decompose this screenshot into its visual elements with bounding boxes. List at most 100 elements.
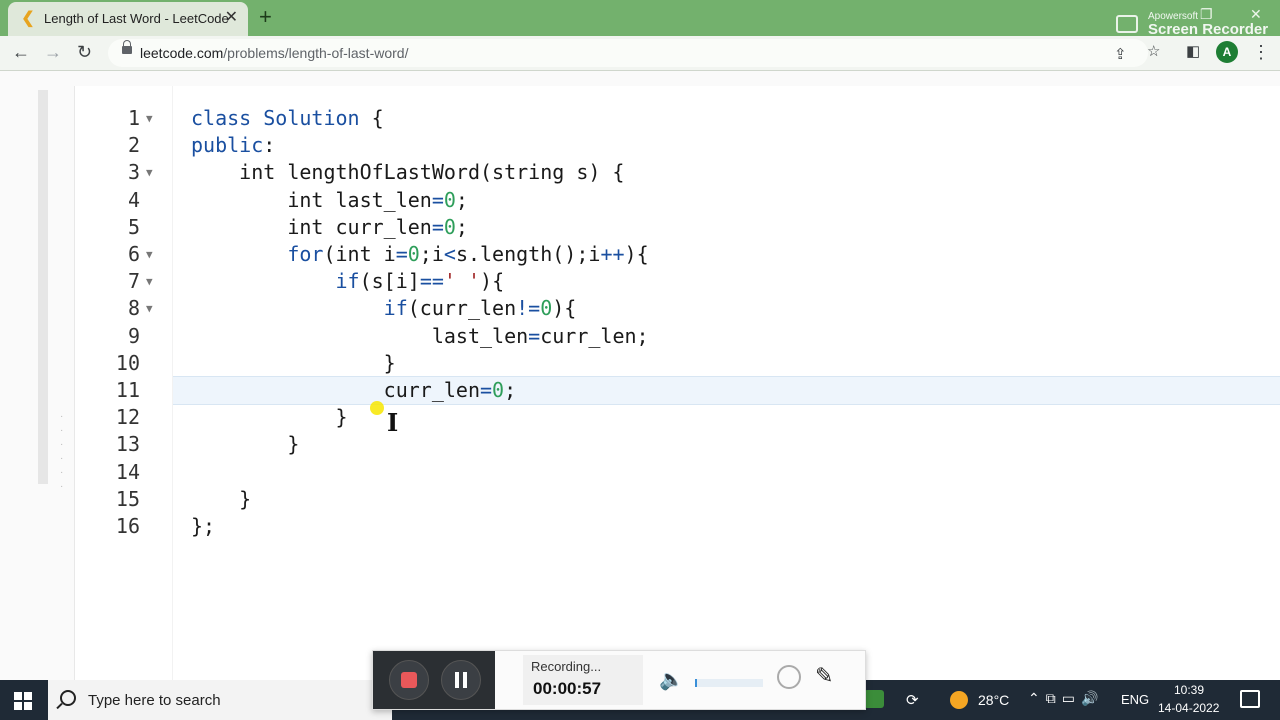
code-text: } [191, 350, 396, 375]
volume-slider[interactable] [695, 679, 763, 687]
chrome-app-icon[interactable] [864, 690, 884, 708]
clock-date[interactable]: 14-04-2022 [1158, 701, 1219, 715]
notification-icon[interactable] [1240, 690, 1260, 708]
mouse-highlight [370, 401, 384, 415]
code-line[interactable]: 11 curr_len=0; [74, 377, 1280, 404]
fold-arrow-icon[interactable]: ▼ [146, 105, 153, 132]
menu-icon[interactable]: ⋮ [1252, 40, 1270, 64]
taskbar-search[interactable]: Type here to search [48, 680, 392, 720]
browser-titlebar: ❮ Length of Last Word - LeetCode ✕ + Apo… [0, 0, 1280, 39]
line-number: 5 [127, 214, 140, 239]
camera-icon [1116, 15, 1138, 33]
code-line[interactable]: 8 ▼ if(curr_len!=0){ [74, 295, 1280, 322]
line-number: 11 [115, 378, 140, 402]
fold-arrow-icon[interactable]: ▼ [146, 295, 153, 322]
stop-record-button[interactable] [389, 660, 429, 700]
sync-icon[interactable]: ⟳ [906, 691, 919, 709]
weather-sun-icon[interactable] [950, 691, 968, 709]
code-line[interactable]: 3 ▼ int lengthOfLastWord(string s) { [74, 159, 1280, 186]
code-text: } [191, 405, 348, 430]
profile-avatar[interactable]: A [1216, 41, 1238, 63]
temperature[interactable]: 28°C [978, 692, 1009, 708]
code-text: int last_len=0; [191, 187, 468, 212]
line-number: 3 [127, 160, 140, 185]
code-line[interactable]: 15 } [74, 486, 1280, 513]
code-line[interactable]: 4 int last_len=0; [74, 187, 1280, 214]
close-window-icon[interactable]: ✕ [1250, 6, 1262, 23]
code-text: curr_len=0; [191, 378, 517, 402]
back-icon[interactable]: ← [12, 42, 30, 62]
code-line[interactable]: 5 int curr_len=0; [74, 214, 1280, 241]
search-icon [60, 690, 76, 706]
code-line[interactable]: 10 } [74, 350, 1280, 377]
line-number: 6 [127, 242, 140, 266]
panel-scrollbar[interactable] [38, 90, 48, 484]
code-text: last_len=curr_len; [191, 323, 649, 348]
line-number: 4 [127, 187, 140, 212]
tray-icons[interactable]: ⌃⧉▭🔊 [1028, 690, 1104, 707]
code-text: } [191, 486, 252, 511]
code-text: if(s[i]==' '){ [335, 269, 505, 294]
code-line[interactable]: 7 ▼ if(s[i]==' '){ [74, 268, 1280, 295]
code-text: int curr_len=0; [191, 214, 468, 239]
code-text: public: [191, 133, 276, 158]
lock-icon [122, 40, 132, 54]
clock-time[interactable]: 10:39 [1174, 683, 1204, 697]
code-line[interactable]: 9 last_len=curr_len; [74, 323, 1280, 350]
url-text: leetcode.com/problems/length-of-last-wor… [140, 45, 408, 61]
code-line[interactable]: 14 [74, 459, 1280, 486]
bookmark-star-icon[interactable]: ☆ [1147, 43, 1160, 61]
line-number: 8 [127, 296, 140, 321]
line-number: 2 [127, 133, 140, 158]
fold-arrow-icon[interactable]: ▼ [146, 268, 153, 295]
line-number: 16 [115, 514, 140, 538]
text-cursor-icon: I [387, 408, 399, 437]
code-line[interactable]: 6 ▼ for(int i=0;i<s.length();i++){ [74, 241, 1280, 268]
close-tab-icon[interactable]: ✕ [225, 9, 238, 27]
tab-title: Length of Last Word - LeetCode [44, 11, 229, 26]
speaker-icon[interactable]: 🔈 [659, 667, 684, 692]
webcam-icon[interactable] [777, 665, 801, 689]
browser-tab[interactable]: ❮ Length of Last Word - LeetCode ✕ [8, 2, 248, 36]
system-tray: ⟳ 28°C ⌃⧉▭🔊 ENG 10:39 14-04-2022 [900, 680, 1280, 720]
code-line[interactable]: 2 public: [74, 132, 1280, 159]
language-indicator[interactable]: ENG [1121, 692, 1149, 707]
recorder-watermark: Apowersoft Screen Recorder [1112, 9, 1272, 39]
recording-status: Recording... 00:00:57 [523, 655, 643, 705]
share-icon[interactable]: ⇪ [1114, 46, 1127, 64]
recording-label: Recording... [531, 659, 602, 674]
code-text: int lengthOfLastWord(string s) { [191, 160, 625, 185]
line-number: 1 [127, 106, 140, 130]
forward-icon[interactable]: → [44, 42, 62, 62]
recording-timer: 00:00:57 [533, 679, 602, 698]
line-number: 14 [115, 459, 140, 484]
line-number: 7 [127, 269, 140, 294]
code-line[interactable]: 16}; [74, 513, 1280, 540]
annotate-pen-icon[interactable]: ✎ [815, 663, 833, 689]
code-line[interactable]: 13 } [74, 431, 1280, 458]
new-tab-button[interactable]: + [259, 4, 272, 30]
line-number: 9 [127, 323, 140, 348]
code-text: for(int i=0;i<s.length();i++){ [287, 242, 649, 266]
fold-arrow-icon[interactable]: ▼ [146, 241, 153, 268]
line-number: 10 [115, 350, 140, 375]
code-text: class Solution { [191, 106, 384, 130]
line-number: 12 [115, 405, 140, 430]
windows-start-icon[interactable] [14, 692, 32, 710]
resize-handle-icon[interactable]: · · · · · · [60, 410, 66, 492]
side-panel-icon[interactable]: ◧ [1186, 43, 1200, 61]
search-placeholder: Type here to search [88, 692, 221, 709]
line-number: 15 [115, 486, 140, 511]
code-text: } [191, 432, 300, 457]
reload-icon[interactable]: ↻ [77, 42, 92, 62]
browser-toolbar: ← → ↻ leetcode.com/problems/length-of-la… [0, 36, 1280, 71]
address-bar[interactable]: leetcode.com/problems/length-of-last-wor… [108, 39, 1148, 67]
code-text: }; [191, 514, 216, 538]
code-line[interactable]: 12 } [74, 404, 1280, 431]
pause-record-button[interactable] [441, 660, 481, 700]
url-path: /problems/length-of-last-word/ [223, 45, 409, 61]
code-line[interactable]: 1 ▼ class Solution { [74, 105, 1280, 132]
url-host: leetcode.com [140, 45, 224, 61]
restore-window-icon[interactable]: ❐ [1200, 6, 1213, 23]
fold-arrow-icon[interactable]: ▼ [146, 159, 153, 186]
